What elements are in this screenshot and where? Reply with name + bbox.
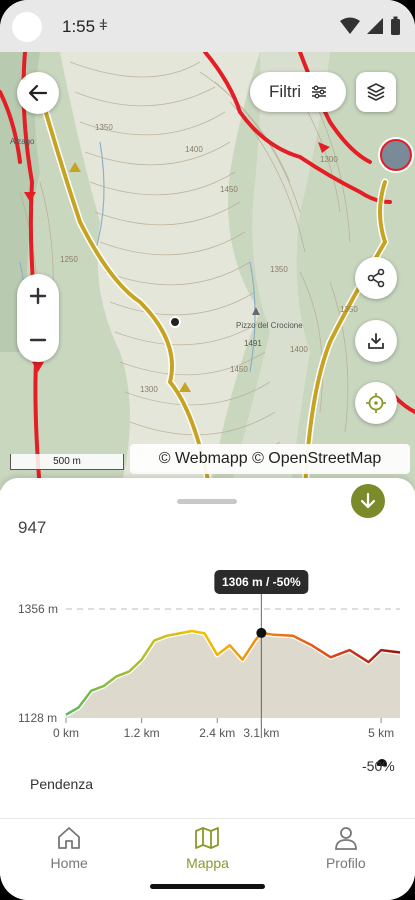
x-axis-tick-label: 3.1 km xyxy=(243,726,279,740)
x-axis-tick-label: 5 km xyxy=(368,726,394,740)
contour-label: 1450 xyxy=(230,365,248,374)
download-icon xyxy=(368,333,384,349)
back-button[interactable] xyxy=(17,72,59,114)
zoom-in-button[interactable] xyxy=(17,274,59,318)
nav-map[interactable]: Mappa xyxy=(138,819,276,874)
battery-icon xyxy=(391,16,400,35)
map-attribution[interactable]: © Webmapp © OpenStreetMap xyxy=(130,444,410,474)
map-view[interactable]: 1350 1400 1450 1500 1300 1250 1200 1350 … xyxy=(0,52,415,490)
place-label: Aizago xyxy=(10,137,35,146)
system-home-bar xyxy=(0,874,415,900)
nav-profile-label: Profilo xyxy=(325,855,366,871)
locate-button[interactable] xyxy=(355,382,397,424)
layers-icon xyxy=(367,83,385,101)
summit-elevation: 1491 xyxy=(244,339,262,348)
profile-tooltip: 1306 m / -50% xyxy=(214,570,309,594)
nav-home-label: Home xyxy=(50,855,88,871)
zoom-control xyxy=(17,274,59,362)
nav-home[interactable]: Home xyxy=(0,819,138,874)
summit-name: Pizzo del Crocione xyxy=(236,321,303,330)
plus-icon xyxy=(29,287,47,305)
track-number: 947 xyxy=(18,518,47,537)
sheet-drag-handle[interactable] xyxy=(177,499,237,504)
download-button[interactable] xyxy=(355,320,397,362)
contour-label: 1350 xyxy=(340,305,358,314)
collapse-sheet-button[interactable] xyxy=(351,484,385,518)
contour-labels: 1350 1400 1450 1500 1300 1250 1200 1350 … xyxy=(10,100,358,394)
bottom-navigation: Home Mappa Profilo xyxy=(0,818,415,874)
x-axis-tick-label: 1.2 km xyxy=(124,726,160,740)
contour-label: 1400 xyxy=(185,145,203,154)
slope-legend-label: Pendenza xyxy=(30,776,94,792)
status-notification-icon: ǂ xyxy=(99,17,108,34)
arrow-left-icon xyxy=(28,84,48,102)
contour-label: 1450 xyxy=(220,185,238,194)
contour-label: 1300 xyxy=(140,385,158,394)
contour-label: 1400 xyxy=(290,345,308,354)
elevation-profile-chart[interactable]: 1356 m 1128 m 1306 m / -50% 0 km 1.2 km 2.… xyxy=(0,566,415,766)
map-scale: 500 m xyxy=(10,454,124,470)
filter-label: Filtri xyxy=(268,82,302,101)
app-screen: 1:55 ǂ 1350 1400 1450 1300 1250 1350 140… xyxy=(0,0,415,900)
crosshair-icon xyxy=(366,393,386,413)
slope-legend-value: -50% xyxy=(362,758,395,774)
arrow-down-icon xyxy=(360,492,376,509)
x-axis-ticks: 0 km 1.2 km 2.4 km 3.1 km 5 km xyxy=(53,718,394,740)
y-axis-min-label: 1128 m xyxy=(18,711,57,725)
sliders-icon xyxy=(312,85,327,99)
x-axis-tick-label: 0 km xyxy=(53,726,79,740)
layers-button[interactable] xyxy=(356,72,396,112)
zoom-out-button[interactable] xyxy=(17,318,59,362)
camera-cutout xyxy=(12,12,42,42)
status-time: 1:55 xyxy=(62,17,96,36)
elevation-sheet: 947 1356 m 1128 m 1306 m / -50% 0 km 1.2… xyxy=(0,478,415,818)
contour-label: 1350 xyxy=(270,265,288,274)
profile-tooltip-text: 1306 m / -50% xyxy=(222,575,301,589)
status-bar: 1:55 ǂ xyxy=(0,0,415,52)
user-icon xyxy=(334,827,357,850)
contour-label: 1350 xyxy=(95,123,113,132)
share-button[interactable] xyxy=(355,257,397,299)
profile-marker[interactable] xyxy=(256,627,267,638)
nav-map-label: Mappa xyxy=(186,855,229,871)
contour-label: 1300 xyxy=(320,155,338,164)
filter-button[interactable]: Filtri xyxy=(250,72,346,112)
map-icon xyxy=(195,827,220,849)
nav-profile[interactable]: Profilo xyxy=(277,819,415,874)
y-axis-max-label: 1356 m xyxy=(18,602,58,616)
wifi-icon xyxy=(340,17,360,34)
status-icons xyxy=(340,16,401,36)
home-icon xyxy=(58,827,81,849)
x-axis-tick-label: 2.4 km xyxy=(199,726,235,740)
contour-label: 1250 xyxy=(60,255,78,264)
minus-icon xyxy=(29,338,47,342)
share-icon xyxy=(367,268,385,288)
home-indicator[interactable] xyxy=(150,884,265,889)
signal-icon xyxy=(367,18,383,34)
